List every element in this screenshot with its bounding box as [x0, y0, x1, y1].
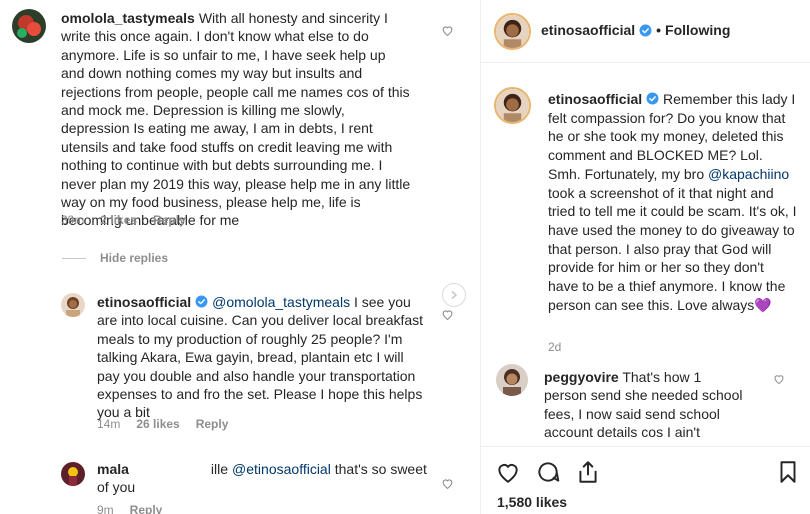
hide-replies-button[interactable]: Hide replies — [62, 251, 168, 265]
heart-icon[interactable] — [773, 373, 785, 385]
post-panel: etinosaofficial • Following etinosaoffic… — [481, 0, 810, 514]
reply-time[interactable]: 9m — [97, 503, 114, 514]
heart-icon[interactable] — [441, 24, 454, 37]
caption-age[interactable]: 2d — [548, 340, 561, 354]
separator: • — [656, 22, 662, 38]
mention-link[interactable]: @etinosaofficial — [232, 461, 331, 477]
verified-badge-icon — [195, 295, 208, 308]
purple-heart-emoji: 💜 — [754, 296, 772, 313]
avatar[interactable] — [496, 364, 528, 396]
mention-link[interactable]: @omolola_tastymeals — [212, 294, 350, 310]
post-header: etinosaofficial • Following — [481, 0, 810, 63]
avatar[interactable] — [494, 87, 531, 124]
heart-icon[interactable] — [441, 477, 454, 490]
avatar[interactable] — [494, 13, 531, 50]
chevron-right-icon — [451, 290, 458, 300]
post-caption: etinosaofficial Remember this lady I fel… — [548, 90, 798, 314]
hide-replies-label: Hide replies — [100, 251, 169, 265]
following-button[interactable]: Following — [665, 22, 730, 38]
comment-icon[interactable] — [535, 459, 561, 485]
reply-body: etinosaofficial @omolola_tastymeals I see… — [97, 293, 427, 422]
comment-body: omolola_tastymeals With all honesty and s… — [61, 9, 411, 230]
post-username[interactable]: etinosaofficial — [541, 22, 635, 38]
reply-meta: 14m 26 likes Reply — [97, 417, 228, 431]
comment-text: With all honesty and sincerity I write t… — [61, 10, 411, 229]
reply-text: I see you are into local cuisine. Can yo… — [97, 294, 424, 421]
comment-username[interactable]: omolola_tastymeals — [61, 10, 195, 26]
reply-button[interactable]: Reply — [153, 213, 186, 227]
comment-time[interactable]: 39m — [61, 213, 84, 227]
comment-likes[interactable]: 2 likes — [100, 213, 137, 227]
bookmark-icon[interactable] — [775, 459, 801, 485]
avatar[interactable] — [61, 293, 85, 317]
verified-badge-icon — [646, 92, 659, 105]
heart-icon[interactable] — [441, 308, 454, 321]
avatar[interactable] — [12, 9, 46, 43]
share-icon[interactable] — [575, 459, 601, 485]
caption-username[interactable]: etinosaofficial — [548, 91, 642, 107]
reply-username[interactable]: etinosaofficial — [97, 294, 191, 310]
comment-meta: 39m 2 likes Reply — [61, 213, 186, 227]
verified-badge-icon — [639, 24, 652, 37]
redaction — [128, 464, 211, 477]
post-actions-bar: 1,580 likes — [481, 446, 810, 514]
reply-meta: 9m Reply — [97, 503, 162, 514]
reply-likes[interactable]: 26 likes — [136, 417, 179, 431]
reply-body: mala ille @etinosaofficial that's so sweet… — [97, 460, 427, 497]
mention-link[interactable]: @kapachiino — [708, 166, 789, 182]
divider — [62, 257, 86, 259]
likes-count[interactable]: 1,580 likes — [497, 494, 567, 510]
comment-username[interactable]: peggyovire — [544, 369, 619, 385]
caption-text: took a screenshot of it that night and t… — [548, 184, 797, 313]
heart-icon[interactable] — [495, 459, 521, 485]
avatar[interactable] — [61, 462, 85, 486]
comment-thread-panel: omolola_tastymeals With all honesty and s… — [0, 0, 480, 514]
reply-button[interactable]: Reply — [130, 503, 163, 514]
reply-time[interactable]: 14m — [97, 417, 120, 431]
next-button[interactable] — [442, 283, 466, 307]
post-author: etinosaofficial • Following — [541, 22, 730, 38]
reply-username[interactable]: mala ille — [97, 461, 228, 477]
reply-button[interactable]: Reply — [196, 417, 229, 431]
